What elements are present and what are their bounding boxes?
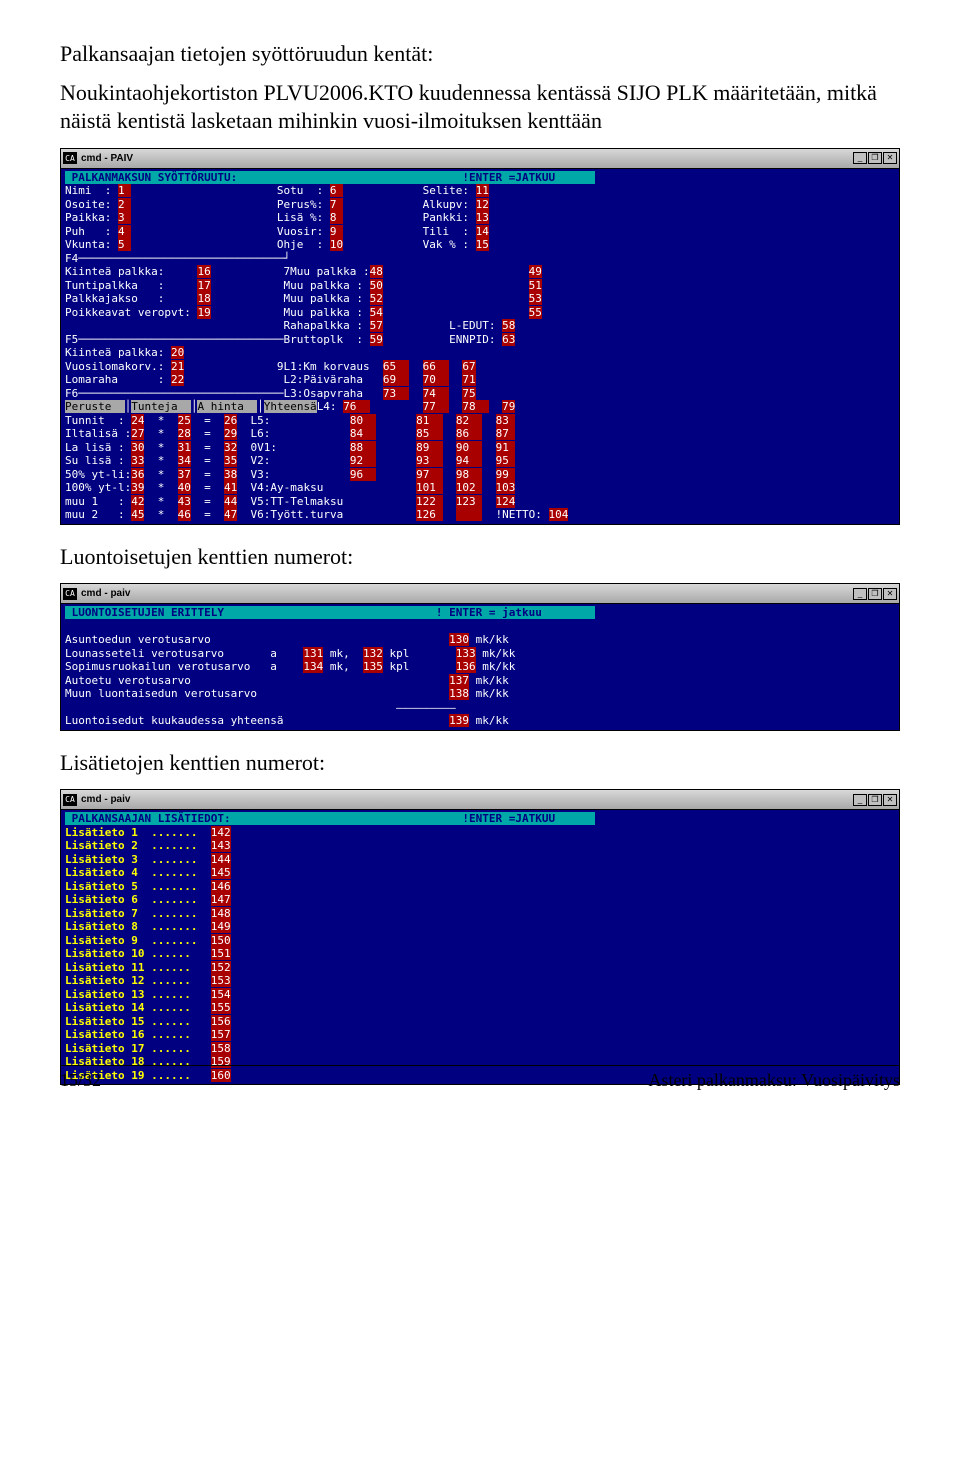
maximize-icon[interactable]: ❐	[868, 794, 882, 806]
window-paiv-1: CA cmd - PAIV _ ❐ ✕ PALKANMAKSUN SYÖTTÖR…	[60, 148, 900, 525]
cmd-icon: CA	[63, 588, 77, 600]
window-title-2: cmd - paiv	[81, 588, 130, 599]
terminal-3: PALKANSAAJAN LISÄTIEDOT: !ENTER =JATKUU …	[61, 810, 899, 1084]
heading-1: Palkansaajan tietojen syöttöruudun kentä…	[60, 40, 900, 69]
window-title-1: cmd - PAIV	[81, 153, 133, 164]
heading-2: Luontoisetujen kenttien numerot:	[60, 543, 900, 572]
cmd-icon: CA	[63, 794, 77, 806]
heading-3: Lisätietojen kenttien numerot:	[60, 749, 900, 778]
close-icon[interactable]: ✕	[883, 588, 897, 600]
maximize-icon[interactable]: ❐	[868, 152, 882, 164]
footer-title: Asteri palkanmaksu: Vuosipäivitys	[648, 1070, 900, 1091]
terminal-2: LUONTOISETUJEN ERITTELY ! ENTER = jatkuu…	[61, 604, 899, 730]
window-paiv-3: CA cmd - paiv _ ❐ ✕ PALKANSAAJAN LISÄTIE…	[60, 789, 900, 1085]
titlebar-2[interactable]: CA cmd - paiv _ ❐ ✕	[61, 584, 899, 604]
titlebar-1[interactable]: CA cmd - PAIV _ ❐ ✕	[61, 149, 899, 169]
close-icon[interactable]: ✕	[883, 152, 897, 164]
titlebar-3[interactable]: CA cmd - paiv _ ❐ ✕	[61, 790, 899, 810]
close-icon[interactable]: ✕	[883, 794, 897, 806]
minimize-icon[interactable]: _	[853, 794, 867, 806]
minimize-icon[interactable]: _	[853, 152, 867, 164]
window-paiv-2: CA cmd - paiv _ ❐ ✕ LUONTOISETUJEN ERITT…	[60, 583, 900, 731]
page-number: 15/32	[60, 1070, 101, 1091]
window-title-3: cmd - paiv	[81, 794, 130, 805]
page-footer: 15/32 Asteri palkanmaksu: Vuosipäivitys	[60, 1065, 900, 1091]
maximize-icon[interactable]: ❐	[868, 588, 882, 600]
minimize-icon[interactable]: _	[853, 588, 867, 600]
para-1: Noukintaohjekortiston PLVU2006.KTO kuude…	[60, 79, 900, 136]
terminal-1: PALKANMAKSUN SYÖTTÖRUUTU: !ENTER =JATKUU…	[61, 169, 899, 524]
cmd-icon: CA	[63, 152, 77, 164]
